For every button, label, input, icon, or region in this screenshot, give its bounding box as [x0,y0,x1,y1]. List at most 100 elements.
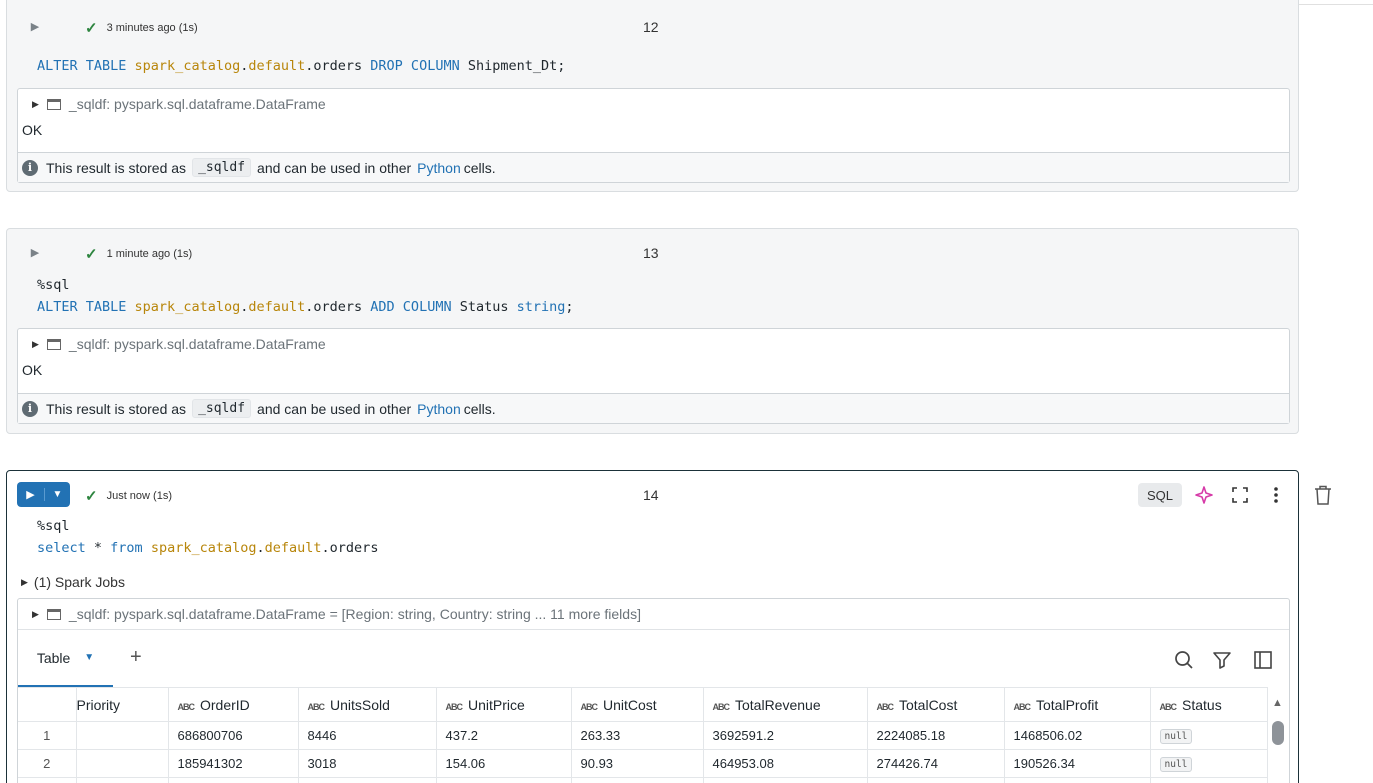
column-header[interactable]: ABC OrderID [168,687,299,722]
cell-status: ✓ 3 minutes ago (1s) [85,19,198,37]
run-cell-button[interactable]: ▶ [23,240,47,264]
info-code-chip: _sqldf [192,399,252,418]
column-header[interactable]: ABC TotalCost [867,687,1005,722]
column-header[interactable]: ABC UnitCost [571,687,704,722]
code-token: default [264,540,322,556]
table-cell: 154.06 [436,749,572,778]
column-header[interactable]: ABC TotalRevenue [703,687,868,722]
more-options-icon[interactable] [1264,483,1288,507]
code-token: from [110,540,143,556]
run-options-chevron-icon[interactable]: ▼ [45,489,70,500]
code-token: Shipment_Dt; [467,58,566,74]
add-visualization-button[interactable]: + [130,646,142,669]
column-header[interactable]: ABC Status [1150,687,1268,722]
code-editor[interactable]: %sql ALTER TABLE spark_catalog.default.or… [37,274,574,318]
scroll-up-icon[interactable]: ▲ [1272,697,1283,709]
row-index: 1 [18,721,77,750]
table-cell: 274426.74 [867,749,1005,778]
table-row[interactable]: 2 185941302 3018 154.06 90.93 464953.08 274426… [18,749,1268,778]
table-row[interactable]: 1 686800706 8446 437.2 263.33 3692591.2 222408… [18,721,1268,750]
info-prefix: This result is stored as [46,400,187,417]
column-header-label: TotalCost [899,696,958,713]
column-header[interactable]: Priority [76,687,169,722]
column-header[interactable] [18,687,77,722]
expand-caret-icon[interactable]: ▶ [32,609,39,620]
expand-caret-icon[interactable]: ▶ [32,339,39,350]
cell-number: 14 [643,487,659,503]
result-header[interactable]: ▶ _sqldf: pyspark.sql.dataframe.DataFram… [32,606,641,622]
code-line: ALTER TABLE spark_catalog.default.orders… [37,296,574,318]
info-banner: i This result is stored as _sqldf and ca… [18,393,1289,423]
sidebar-panel-icon[interactable] [1252,649,1274,671]
python-link[interactable]: Python [417,160,461,176]
result-text: OK [22,362,43,378]
info-icon: i [22,159,38,176]
table-cell: 8446 [298,721,437,750]
code-token: DROP COLUMN [370,58,468,74]
null-badge: null [1159,757,1193,772]
code-token: string [516,299,566,315]
cell-status: ✓ 1 minute ago (1s) [85,245,192,263]
notebook-cell-12[interactable]: ▶ ✓ 3 minutes ago (1s) 12 ALTER TABLE sp… [6,0,1299,192]
code-token: default [248,58,306,74]
notebook-cell-13[interactable]: ▶ ✓ 1 minute ago (1s) 13 %sql ALTER TABLE… [6,228,1299,434]
result-header[interactable]: ▶ _sqldf: pyspark.sql.dataframe.DataFram… [32,96,326,112]
notebook-cell-14[interactable]: ▶ ▼ ✓ Just now (1s) 14 SQL %sql select * … [6,470,1299,783]
expand-caret-icon[interactable]: ▶ [21,577,28,588]
spark-jobs-toggle[interactable]: ▶ (1) Spark Jobs [21,574,125,590]
table-row[interactable] [18,777,1268,783]
row-index: 2 [18,749,77,778]
scroll-thumb[interactable] [1272,721,1284,745]
string-type-icon: ABC [445,701,463,712]
column-header[interactable]: ABC UnitPrice [436,687,572,722]
table-cell [168,777,299,783]
result-header[interactable]: ▶ _sqldf: pyspark.sql.dataframe.DataFram… [32,336,326,352]
spark-jobs-label: (1) Spark Jobs [33,574,125,590]
code-line: ALTER TABLE spark_catalog.default.orders… [37,55,565,77]
table-cell: 686800706 [168,721,299,750]
column-header-label: OrderID [200,696,250,713]
search-icon[interactable] [1173,649,1195,671]
run-cell-button[interactable]: ▶ [23,14,47,38]
run-cell-button[interactable]: ▶ [17,488,45,501]
string-type-icon: ABC [580,701,598,712]
python-link[interactable]: Python [417,401,461,417]
column-header-label: UnitPrice [468,696,525,713]
tab-table[interactable]: Table ▼ [18,630,113,688]
table-icon [46,608,61,620]
run-button-group[interactable]: ▶ ▼ [17,482,70,507]
chevron-down-icon[interactable]: ▼ [84,652,94,663]
vertical-scrollbar[interactable]: ▲ [1268,687,1289,783]
filter-icon[interactable] [1211,649,1233,671]
delete-cell-trash-icon[interactable] [1312,483,1334,507]
column-header[interactable]: ABC TotalProfit [1004,687,1151,722]
code-line: %sql [37,515,378,537]
code-token: .orders [305,58,371,74]
expand-caret-icon[interactable]: ▶ [32,99,39,110]
table-icon [46,98,61,110]
cell-number: 13 [643,245,659,261]
code-token: ADD COLUMN [370,299,460,315]
language-badge[interactable]: SQL [1138,483,1182,507]
column-header-label: UnitsSold [330,696,390,713]
table-cell [76,721,169,750]
code-token: .orders [321,540,379,556]
code-token: spark_catalog [134,299,241,315]
dataframe-result: ▶ _sqldf: pyspark.sql.dataframe.DataFram… [17,598,1290,783]
code-editor[interactable]: ALTER TABLE spark_catalog.default.orders… [37,55,565,77]
code-token: %sql [37,518,70,534]
string-type-icon: ABC [1013,701,1031,712]
assistant-sparkle-icon[interactable] [1192,483,1216,507]
table-cell [1150,777,1268,783]
code-token: %sql [37,277,70,293]
column-header-label: UnitCost [603,696,657,713]
table-cell [298,777,437,783]
column-header[interactable]: ABC UnitsSold [298,687,437,722]
info-suffix: cells. [463,159,496,176]
fullscreen-icon[interactable] [1228,483,1252,507]
code-line: %sql [37,274,574,296]
table-cell [703,777,868,783]
code-editor[interactable]: %sql select * from spark_catalog.default.… [37,515,378,559]
row-index [18,777,77,783]
column-header-label: TotalProfit [1036,696,1099,713]
